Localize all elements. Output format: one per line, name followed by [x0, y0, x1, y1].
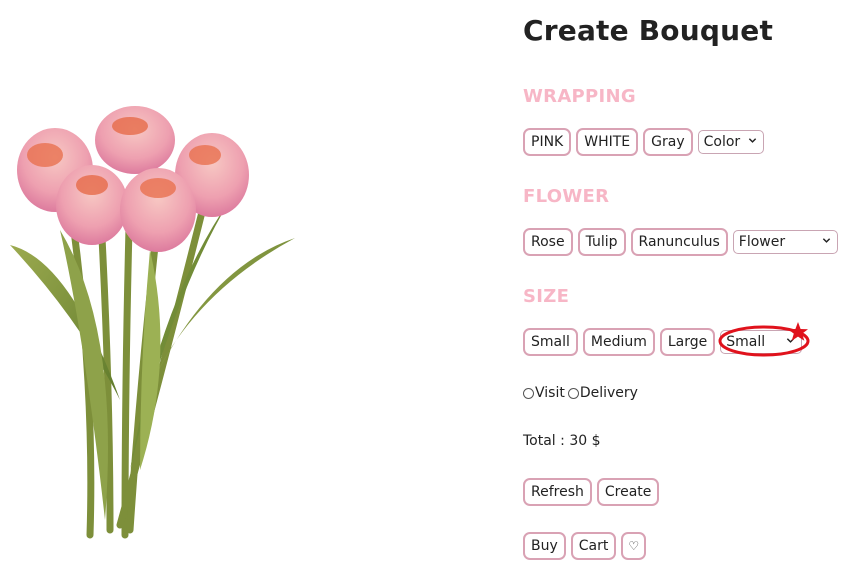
tulip-bouquet-illustration [10, 106, 295, 539]
size-large-button[interactable]: Large [659, 328, 716, 356]
wrapping-white-button[interactable]: WHITE [576, 128, 639, 156]
visit-radio[interactable] [523, 387, 534, 399]
size-options: Small Medium Large Small [523, 328, 803, 356]
receive-method-group: Visit Delivery [523, 385, 638, 401]
chevron-down-icon [748, 138, 756, 143]
flower-rose-button[interactable]: Rose [523, 228, 573, 256]
size-select-value: Small [726, 334, 766, 350]
chevron-down-icon [787, 338, 795, 343]
page-title: Create Bouquet [523, 14, 774, 47]
size-select[interactable]: Small [720, 330, 803, 354]
wrapping-color-select[interactable]: Color [697, 130, 764, 154]
purchase-actions: Buy Cart ♡ [523, 532, 647, 560]
form-actions: Refresh Create [523, 478, 660, 506]
delivery-radio-label: Delivery [579, 385, 638, 401]
flower-ranunculus-button[interactable]: Ranunculus [630, 228, 728, 256]
create-button[interactable]: Create [596, 478, 660, 506]
wrapping-gray-button[interactable]: Gray [643, 128, 693, 156]
size-section-label: SIZE [523, 286, 570, 307]
size-small-button[interactable]: Small [523, 328, 578, 356]
total-price: Total : 30 $ [523, 433, 601, 449]
delivery-radio[interactable] [567, 387, 579, 399]
cart-button[interactable]: Cart [570, 532, 617, 560]
wishlist-heart-button[interactable]: ♡ [621, 532, 647, 560]
refresh-button[interactable]: Refresh [523, 478, 592, 506]
bouquet-image [0, 0, 500, 577]
wrapping-section-label: WRAPPING [523, 86, 636, 107]
wrapping-color-select-value: Color [703, 134, 741, 150]
visit-radio-label: Visit [535, 385, 565, 401]
wrapping-options: PINK WHITE Gray Color [523, 128, 764, 156]
flower-select-value: Flower [738, 234, 786, 250]
buy-button[interactable]: Buy [523, 532, 566, 560]
wrapping-pink-button[interactable]: PINK [523, 128, 572, 156]
chevron-down-icon [822, 238, 830, 243]
flower-select[interactable]: Flower [732, 230, 838, 254]
size-medium-button[interactable]: Medium [582, 328, 655, 356]
flower-section-label: FLOWER [523, 186, 610, 207]
flower-tulip-button[interactable]: Tulip [577, 228, 626, 256]
flower-options: Rose Tulip Ranunculus Flower [523, 228, 838, 256]
